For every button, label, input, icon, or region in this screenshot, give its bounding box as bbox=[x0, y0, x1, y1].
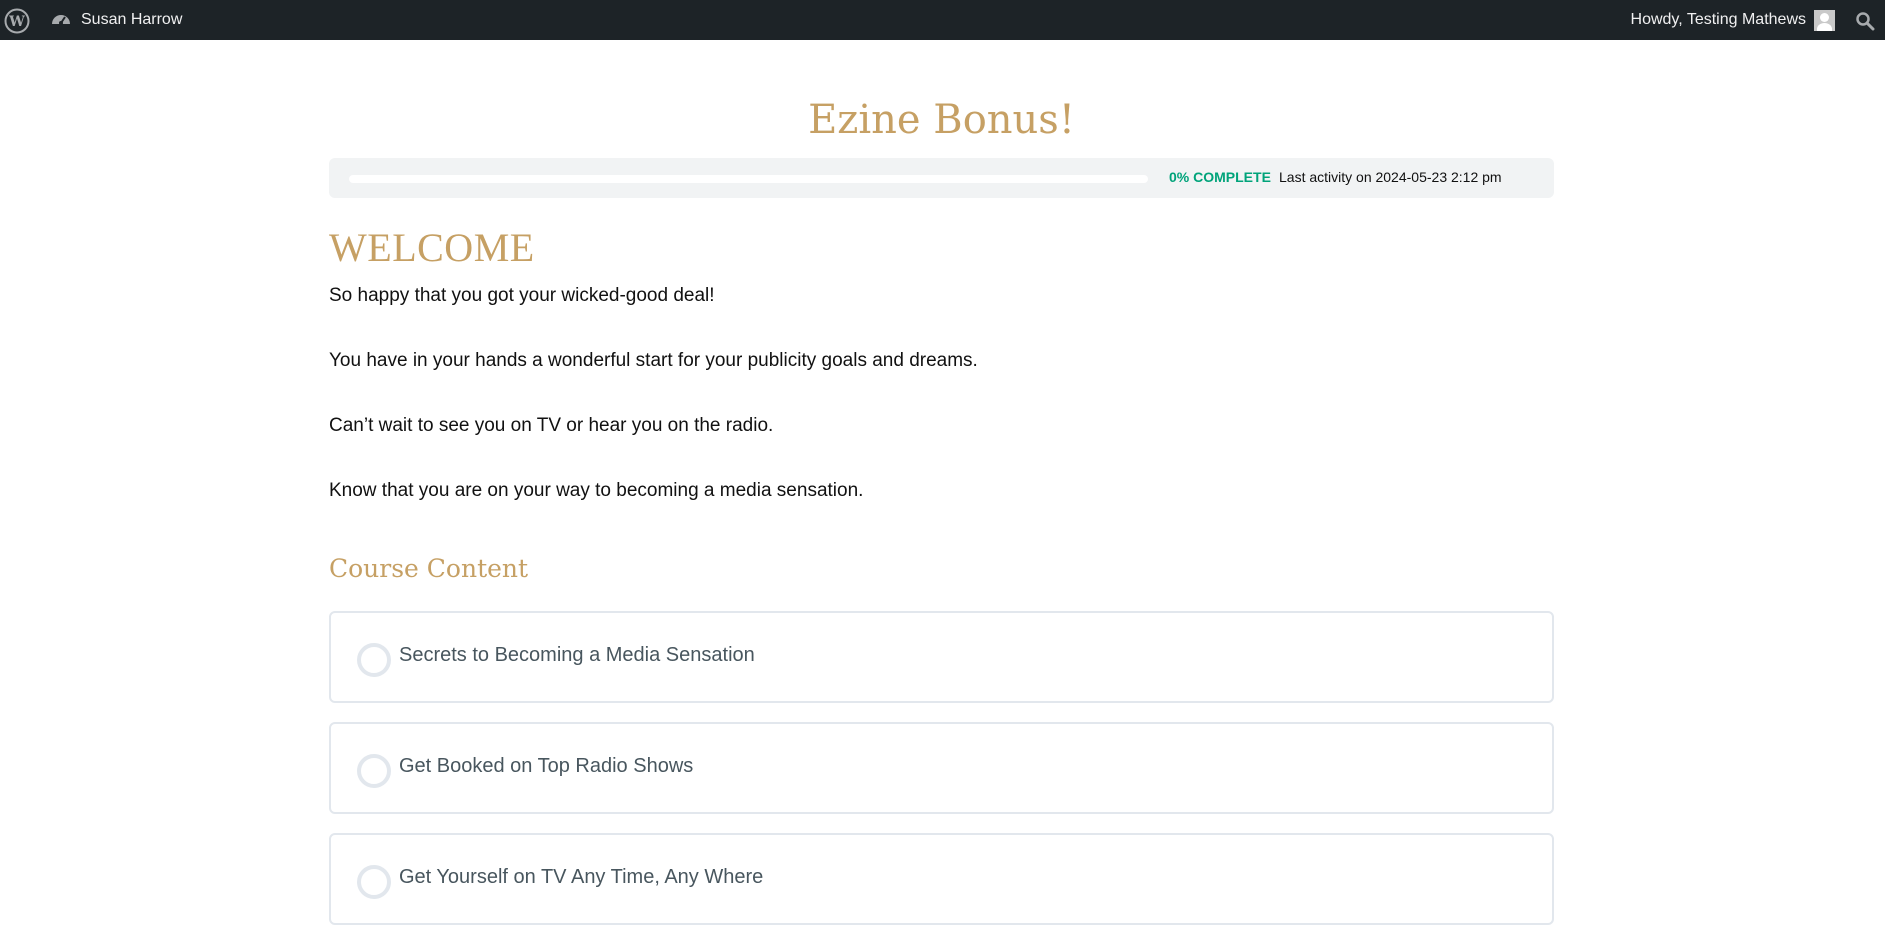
page-title: Ezine Bonus! bbox=[808, 97, 1075, 143]
lesson-status-icon bbox=[357, 754, 391, 788]
lesson-title[interactable]: Get Yourself on TV Any Time, Any Where bbox=[399, 866, 763, 889]
site-name-label: Susan Harrow bbox=[81, 11, 183, 28]
progress-bar bbox=[349, 175, 1148, 183]
wordpress-logo-icon[interactable]: W bbox=[4, 8, 30, 34]
course-content-area: Ezine Bonus! 0% COMPLETE Last activity o… bbox=[329, 40, 1554, 931]
user-account-menu[interactable]: Howdy, Testing Mathews bbox=[1631, 0, 1835, 40]
welcome-heading: WELCOME bbox=[329, 225, 535, 270]
welcome-paragraph: You have in your hands a wonderful start… bbox=[329, 350, 978, 371]
dashboard-icon bbox=[52, 15, 70, 25]
course-progress: 0% COMPLETE Last activity on 2024-05-23 … bbox=[329, 158, 1554, 198]
last-activity: Last activity on 2024-05-23 2:12 pm bbox=[1279, 169, 1502, 185]
welcome-paragraph: So happy that you got your wicked-good d… bbox=[329, 285, 715, 306]
course-content-heading: Course Content bbox=[329, 554, 529, 583]
welcome-paragraph: Can’t wait to see you on TV or hear you … bbox=[329, 415, 774, 436]
avatar bbox=[1814, 9, 1835, 31]
progress-percent: 0% COMPLETE bbox=[1169, 169, 1271, 185]
howdy-label: Howdy, Testing Mathews bbox=[1630, 11, 1806, 28]
lesson-status-icon bbox=[357, 865, 391, 899]
admin-bar: W Susan Harrow Howdy, Testing Mathews bbox=[0, 0, 1885, 40]
svg-text:W: W bbox=[8, 14, 25, 30]
site-name-menu[interactable]: Susan Harrow bbox=[50, 0, 182, 40]
welcome-paragraph: Know that you are on your way to becomin… bbox=[329, 480, 864, 501]
lesson-title[interactable]: Get Booked on Top Radio Shows bbox=[399, 755, 693, 778]
lesson-list: Secrets to Becoming a Media Sensation Ge… bbox=[329, 611, 1554, 925]
lesson-item[interactable]: Secrets to Becoming a Media Sensation bbox=[329, 611, 1554, 703]
lesson-item[interactable]: Get Yourself on TV Any Time, Any Where bbox=[329, 833, 1554, 925]
lesson-title[interactable]: Secrets to Becoming a Media Sensation bbox=[399, 644, 755, 667]
search-icon[interactable] bbox=[1855, 11, 1875, 31]
lesson-status-icon bbox=[357, 643, 391, 677]
lesson-item[interactable]: Get Booked on Top Radio Shows bbox=[329, 722, 1554, 814]
